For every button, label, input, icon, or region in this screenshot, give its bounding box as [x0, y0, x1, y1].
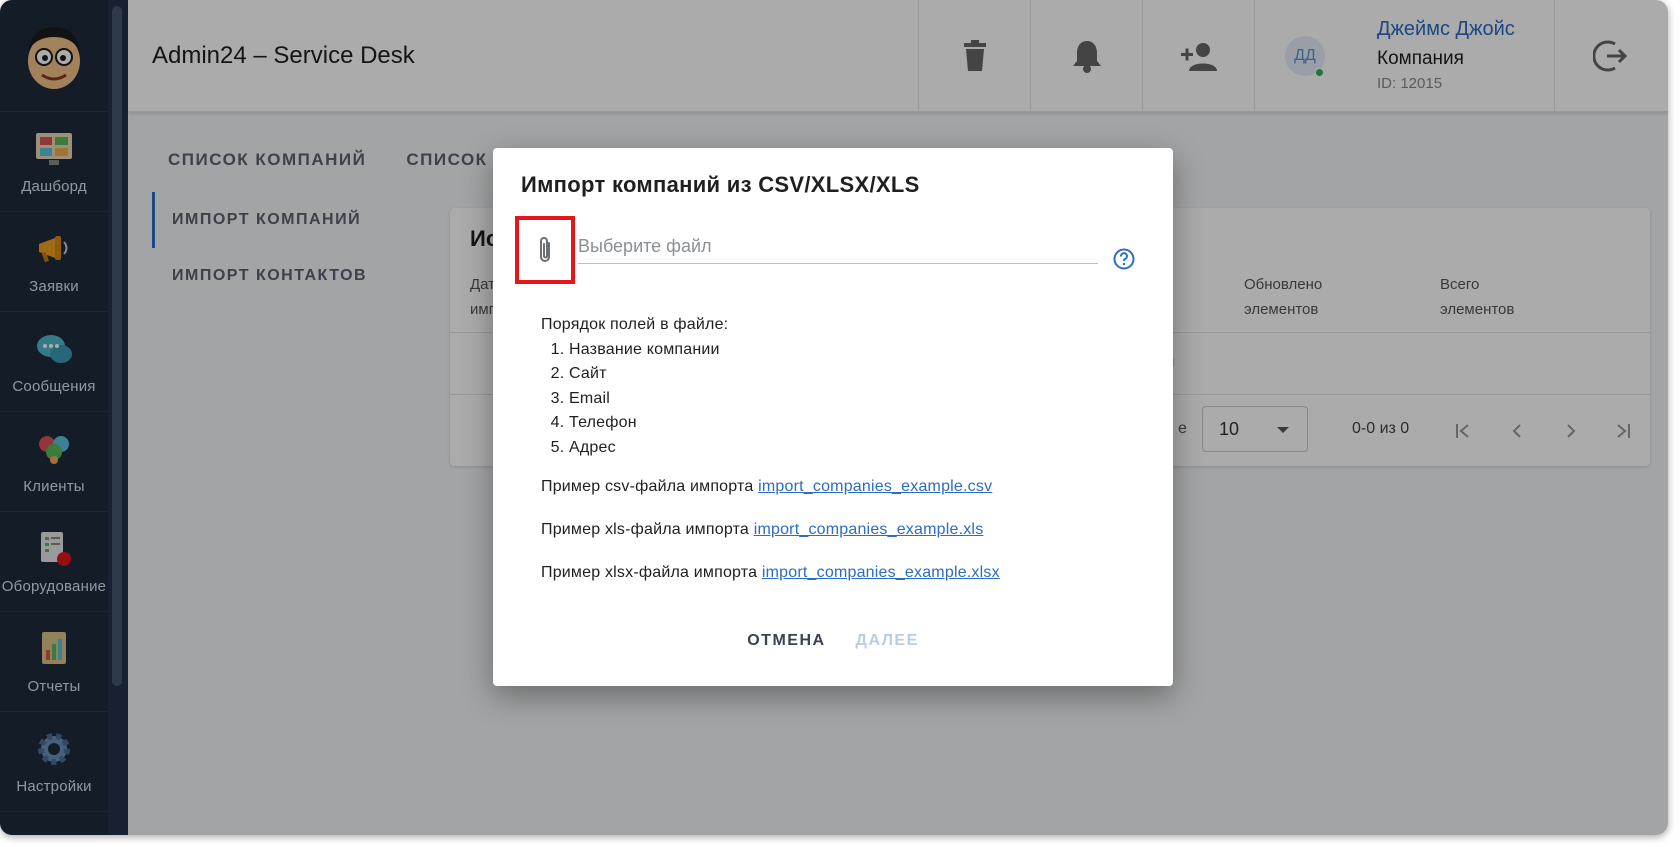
field-order-info: Порядок полей в файле: Название компании…	[541, 313, 728, 461]
dialog-actions: ОТМЕНА ДАЛЕЕ	[493, 632, 1173, 650]
list-item: Телефон	[569, 411, 728, 436]
list-item: Название компании	[569, 338, 728, 363]
next-button[interactable]: ДАЛЕЕ	[856, 632, 919, 650]
import-companies-dialog: Импорт компаний из CSV/XLSX/XLS Порядок …	[493, 148, 1173, 686]
example-label: Пример xls-файла импорта	[541, 521, 754, 538]
example-label: Пример xlsx-файла импорта	[541, 564, 762, 581]
csv-example-link[interactable]: import_companies_example.csv	[758, 478, 992, 495]
xlsx-example-line: Пример xlsx-файла импорта import_compani…	[541, 564, 1000, 582]
list-item: Сайт	[569, 362, 728, 387]
field-order-list: Название компании Сайт Email Телефон Адр…	[541, 338, 728, 461]
help-icon[interactable]	[1113, 248, 1135, 270]
paperclip-icon	[540, 237, 550, 262]
xls-example-link[interactable]: import_companies_example.xls	[754, 521, 984, 538]
attach-file-button[interactable]	[515, 216, 575, 284]
file-select-input[interactable]	[578, 230, 1098, 264]
csv-example-line: Пример csv-файла импорта import_companie…	[541, 478, 992, 496]
list-item: Email	[569, 387, 728, 412]
list-item: Адрес	[569, 436, 728, 461]
field-order-heading: Порядок полей в файле:	[541, 316, 729, 333]
app-window: Дашборд Заявки Сообщения Клиенты Оборудо…	[0, 0, 1668, 835]
example-label: Пример csv-файла импорта	[541, 478, 759, 495]
xlsx-example-link[interactable]: import_companies_example.xlsx	[762, 564, 1000, 581]
dialog-title: Импорт компаний из CSV/XLSX/XLS	[521, 172, 920, 197]
cancel-button[interactable]: ОТМЕНА	[747, 632, 825, 650]
xls-example-line: Пример xls-файла импорта import_companie…	[541, 521, 983, 539]
